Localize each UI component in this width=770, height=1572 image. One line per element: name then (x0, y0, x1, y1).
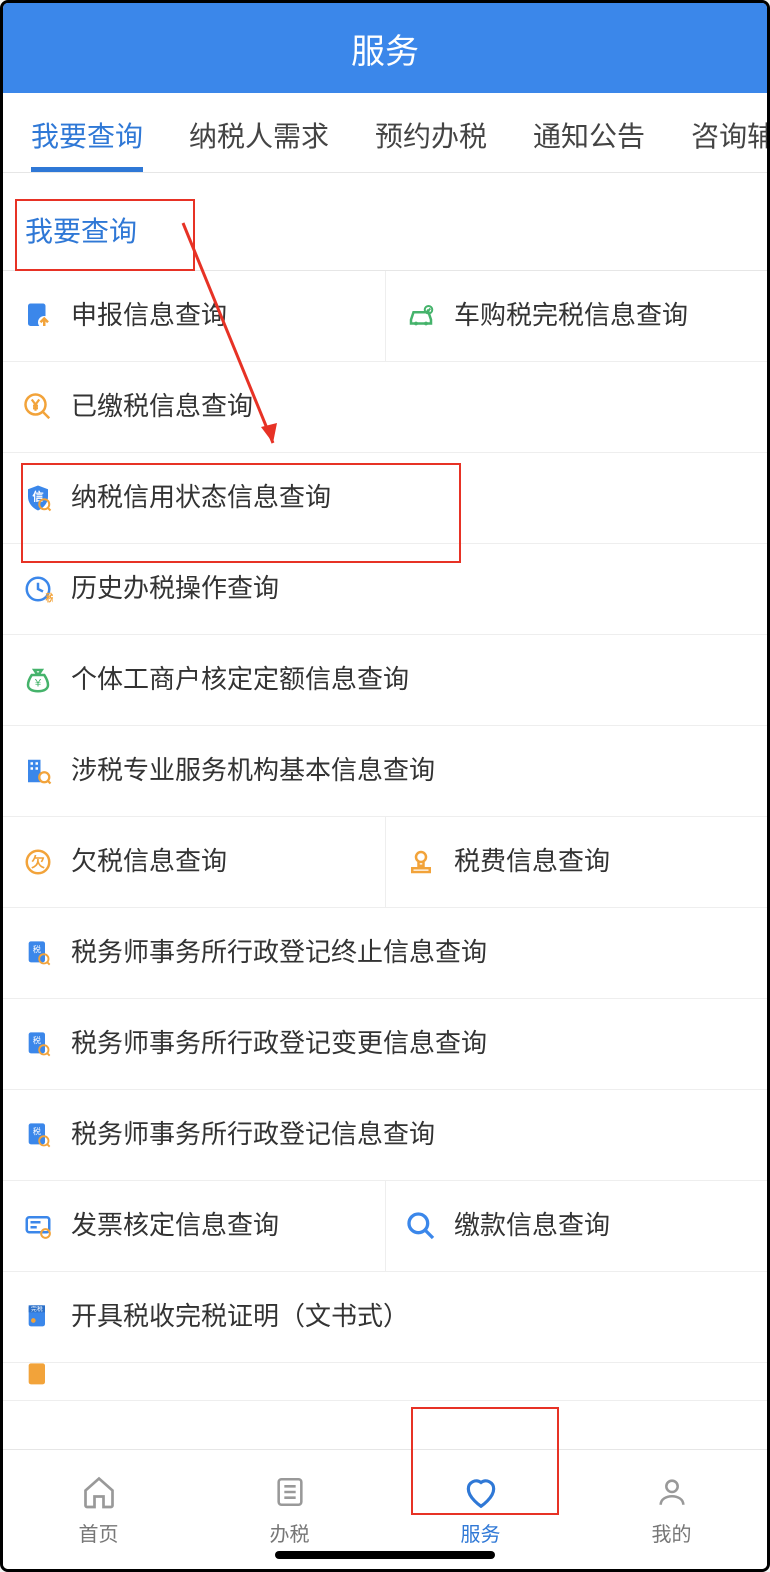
tab-label: 通知公告 (533, 121, 645, 152)
item-invoice-approve[interactable]: 发票核定信息查询 (3, 1181, 385, 1271)
tab-label: 我要查询 (31, 121, 143, 152)
cert-doc-icon: 完税 (21, 1300, 55, 1334)
doc-up-icon (21, 299, 55, 333)
svg-text:信: 信 (32, 490, 43, 504)
heart-icon (461, 1472, 501, 1512)
item-label: 开具税收完税证明（文书式） (71, 1299, 409, 1334)
query-grid: 申报信息查询 车购税完税信息查询 已缴税信息查询 (3, 271, 767, 1401)
nav-label: 办税 (270, 1518, 310, 1547)
nav-mine[interactable]: 我的 (576, 1450, 767, 1569)
item-label: 发票核定信息查询 (71, 1208, 279, 1243)
top-tabs: 我要查询 纳税人需求 预约办税 通知公告 咨询辅 (3, 93, 767, 173)
page-title: 服务 (351, 24, 419, 73)
item-label: 税务师事务所行政登记信息查询 (71, 1117, 435, 1152)
home-icon (79, 1472, 119, 1512)
svg-text:完税: 完税 (31, 1305, 43, 1313)
invoice-icon (21, 1209, 55, 1243)
item-label: 涉税专业服务机构基本信息查询 (71, 753, 435, 788)
item-tax-cert-table[interactable]: 开具税收完税证明（表格式） (3, 1363, 767, 1401)
item-label: 税务师事务所行政登记终止信息查询 (71, 935, 487, 970)
item-label: 车购税完税信息查询 (454, 298, 688, 333)
yen-search-icon (21, 390, 55, 424)
tab-label: 纳税人需求 (189, 121, 329, 152)
item-label: 已缴税信息查询 (71, 389, 253, 424)
doc-tax-icon: 税 (21, 1118, 55, 1152)
item-payment-info[interactable]: 缴款信息查询 (385, 1181, 767, 1271)
cert-doc-icon (21, 1363, 55, 1392)
history-tax-icon: 税 (21, 572, 55, 606)
item-label: 税费信息查询 (454, 844, 610, 879)
car-check-icon (404, 299, 438, 333)
item-label: 申报信息查询 (71, 298, 227, 333)
item-label: 缴款信息查询 (454, 1208, 610, 1243)
tab-label: 咨询辅 (691, 121, 767, 152)
item-firm-change[interactable]: 税 税务师事务所行政登记变更信息查询 (3, 999, 767, 1089)
nav-label: 服务 (461, 1518, 501, 1547)
list-icon (270, 1472, 310, 1512)
item-individual-quota[interactable]: ¥ 个体工商户核定定额信息查询 (3, 635, 767, 725)
item-tax-cert-doc[interactable]: 完税 开具税收完税证明（文书式） (3, 1272, 767, 1362)
item-history-ops[interactable]: 税 历史办税操作查询 (3, 544, 767, 634)
tab-consult[interactable]: 咨询辅 (691, 95, 767, 171)
item-label: 个体工商户核定定额信息查询 (71, 662, 409, 697)
moneybag-icon: ¥ (21, 663, 55, 697)
item-credit-status[interactable]: 信 纳税信用状态信息查询 (3, 453, 767, 543)
section-title: 我要查询 (25, 210, 137, 250)
content-area: 我要查询 申报信息查询 车购税完税信息查询 (3, 173, 767, 1449)
home-indicator (275, 1551, 495, 1559)
page-header: 服务 (3, 3, 767, 93)
stamp-icon (404, 845, 438, 879)
item-vehicle-tax[interactable]: 车购税完税信息查询 (385, 271, 767, 361)
section-header-query: 我要查询 (3, 189, 767, 271)
shield-credit-icon: 信 (21, 481, 55, 515)
item-paid-tax[interactable]: 已缴税信息查询 (3, 362, 767, 452)
building-search-icon (21, 754, 55, 788)
item-owed-tax[interactable]: 欠 欠税信息查询 (3, 817, 385, 907)
nav-label: 首页 (79, 1518, 119, 1547)
svg-text:税: 税 (33, 1126, 41, 1136)
person-icon (652, 1472, 692, 1512)
svg-text:税: 税 (46, 592, 54, 605)
nav-home[interactable]: 首页 (3, 1450, 194, 1569)
item-tax-fee[interactable]: 税费信息查询 (385, 817, 767, 907)
tab-label: 预约办税 (375, 121, 487, 152)
item-tax-service-org[interactable]: 涉税专业服务机构基本信息查询 (3, 726, 767, 816)
tab-query[interactable]: 我要查询 (31, 95, 143, 171)
item-label: 欠税信息查询 (71, 844, 227, 879)
owe-icon: 欠 (21, 845, 55, 879)
search-icon (404, 1209, 438, 1243)
svg-text:税: 税 (33, 944, 41, 954)
item-label: 历史办税操作查询 (71, 571, 279, 606)
tab-announcement[interactable]: 通知公告 (533, 95, 645, 171)
item-firm-terminate[interactable]: 税 税务师事务所行政登记终止信息查询 (3, 908, 767, 998)
nav-label: 我的 (652, 1518, 692, 1547)
svg-text:欠: 欠 (31, 854, 45, 870)
item-label: 纳税信用状态信息查询 (71, 480, 331, 515)
doc-tax-icon: 税 (21, 936, 55, 970)
tab-taxpayer-needs[interactable]: 纳税人需求 (189, 95, 329, 171)
item-label: 税务师事务所行政登记变更信息查询 (71, 1026, 487, 1061)
svg-text:¥: ¥ (34, 677, 42, 689)
tab-appointment[interactable]: 预约办税 (375, 95, 487, 171)
doc-tax-icon: 税 (21, 1027, 55, 1061)
item-firm-register[interactable]: 税 税务师事务所行政登记信息查询 (3, 1090, 767, 1180)
item-declare-info[interactable]: 申报信息查询 (3, 271, 385, 361)
svg-text:税: 税 (33, 1035, 41, 1045)
